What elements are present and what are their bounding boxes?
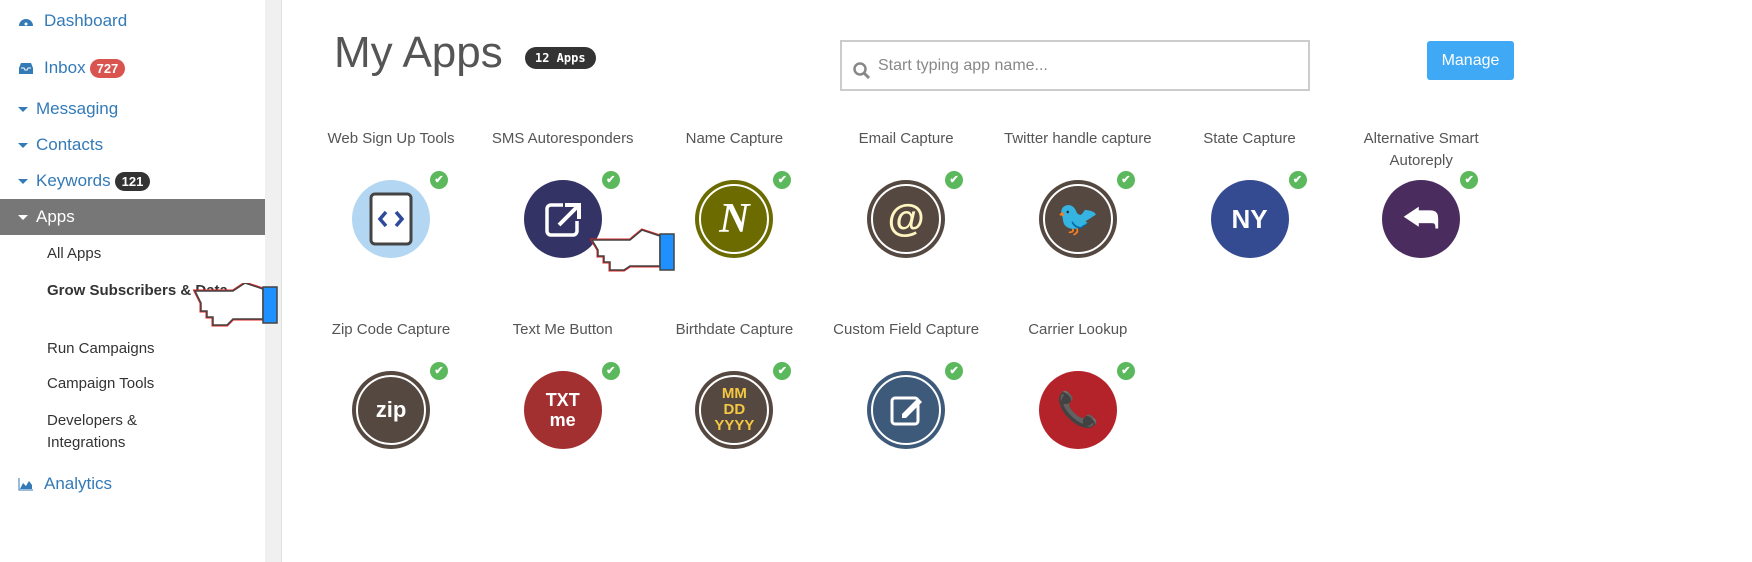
app-name: Alternative Smart Autoreply [1363,130,1479,169]
caret-down-icon [18,142,28,148]
twitter-icon: 🐦 ✔ [1038,171,1135,258]
nav-messaging[interactable]: Messaging [0,91,265,127]
sidebar-scrollbar[interactable] [265,0,282,562]
app-name: Text Me Button [512,321,613,338]
nav-label: Analytics [44,474,113,493]
installed-check-icon: ✔ [945,171,964,189]
app-name: Email Capture [858,130,954,147]
installed-check-icon: ✔ [601,362,620,380]
nav-label: Keywords [36,171,111,190]
nav-inbox[interactable]: Inbox 727 [0,50,265,86]
nav-label: Inbox [44,58,86,77]
installed-check-icon: ✔ [1116,362,1135,380]
app-tile[interactable]: Email Capture @ ✔ [821,128,991,258]
nav-dashboard[interactable]: Dashboard [0,3,265,39]
nav-label: Apps [36,207,75,226]
app-text-icon: MM DD YYYY ✔ [695,362,792,449]
app-text-icon: @ ✔ [867,171,964,258]
installed-check-icon: ✔ [1116,171,1135,189]
search-input[interactable] [878,56,1298,75]
nav-label: Dashboard [44,11,128,30]
nav-label: Contacts [36,135,104,154]
caret-down-icon [18,214,28,220]
app-name: Birthdate Capture [675,321,794,338]
subnav-all-apps[interactable]: All Apps [47,243,247,265]
nav-label: Messaging [36,99,119,118]
app-name: SMS Autoresponders [491,130,634,147]
app-text-icon: NY ✔ [1210,171,1307,258]
app-name: Custom Field Capture [833,321,980,338]
page-title: My Apps [334,28,503,77]
nav-keywords[interactable]: Keywords 121 [0,163,265,199]
installed-check-icon: ✔ [601,171,620,189]
app-name: Web Sign Up Tools [327,130,455,147]
app-tile[interactable]: Custom Field Capture ✔ [821,319,991,449]
app-tile[interactable]: Carrier Lookup 📞 ✔ [993,319,1163,449]
app-count-badge: 12 Apps [525,47,596,69]
nav-contacts[interactable]: Contacts [0,127,265,163]
app-tile[interactable]: Twitter handle capture 🐦 ✔ [993,128,1163,258]
app-name: Carrier Lookup [1028,321,1128,338]
app-name: Name Capture [685,130,784,147]
subnav-developers[interactable]: Developers & Integrations [47,410,177,454]
app-tile[interactable]: Birthdate Capture MM DD YYYY ✔ [649,319,819,449]
installed-check-icon: ✔ [1288,171,1307,189]
sidebar: Dashboard Inbox 727 Messaging Contacts K… [0,0,265,562]
installed-check-icon: ✔ [1460,171,1479,189]
caret-down-icon [18,178,28,184]
code-icon: ✔ [352,171,448,258]
dashboard-icon [19,19,33,26]
app-text-icon: N ✔ [695,171,792,258]
app-text-icon: zip ✔ [352,362,448,449]
subnav-campaign-tools[interactable]: Campaign Tools [47,373,247,395]
app-tile[interactable]: State Capture NY ✔ [1165,128,1335,258]
subnav-run-campaigns[interactable]: Run Campaigns [47,338,247,360]
nav-analytics[interactable]: Analytics [0,466,265,502]
app-tile[interactable]: Text Me Button TXT me ✔ [478,319,648,449]
search-box[interactable] [840,40,1310,91]
pointing-hand-cursor-icon [193,283,278,327]
app-name: State Capture [1203,130,1296,147]
installed-check-icon: ✔ [430,171,448,189]
app-name: Twitter handle capture [1004,130,1152,147]
inbox-count-badge: 727 [89,58,126,78]
nav-apps[interactable]: Apps [0,199,265,235]
installed-check-icon: ✔ [945,362,964,380]
app-tile[interactable]: Alternative Smart Autoreply ⮪ ✔ [1336,128,1506,258]
app-name: Zip Code Capture [331,321,451,338]
caret-down-icon [18,106,28,112]
inbox-icon [19,63,33,74]
installed-check-icon: ✔ [773,171,792,189]
area-chart-icon [18,478,33,491]
app-tile[interactable]: Zip Code Capture zip ✔ [306,319,476,449]
phone-search-icon: 📞 ✔ [1038,362,1135,449]
reply-all-icon: ⮪ ✔ [1382,171,1479,258]
edit-icon: ✔ [867,362,964,449]
manage-button[interactable]: Manage [1427,41,1514,80]
app-text-icon: TXT me ✔ [523,362,620,449]
installed-check-icon: ✔ [773,362,792,380]
keywords-count-badge: 121 [114,171,151,191]
pointing-hand-cursor-icon [590,228,675,272]
app-tile[interactable]: Web Sign Up Tools ✔ [306,128,476,258]
search-icon [853,61,871,79]
installed-check-icon: ✔ [430,362,448,380]
